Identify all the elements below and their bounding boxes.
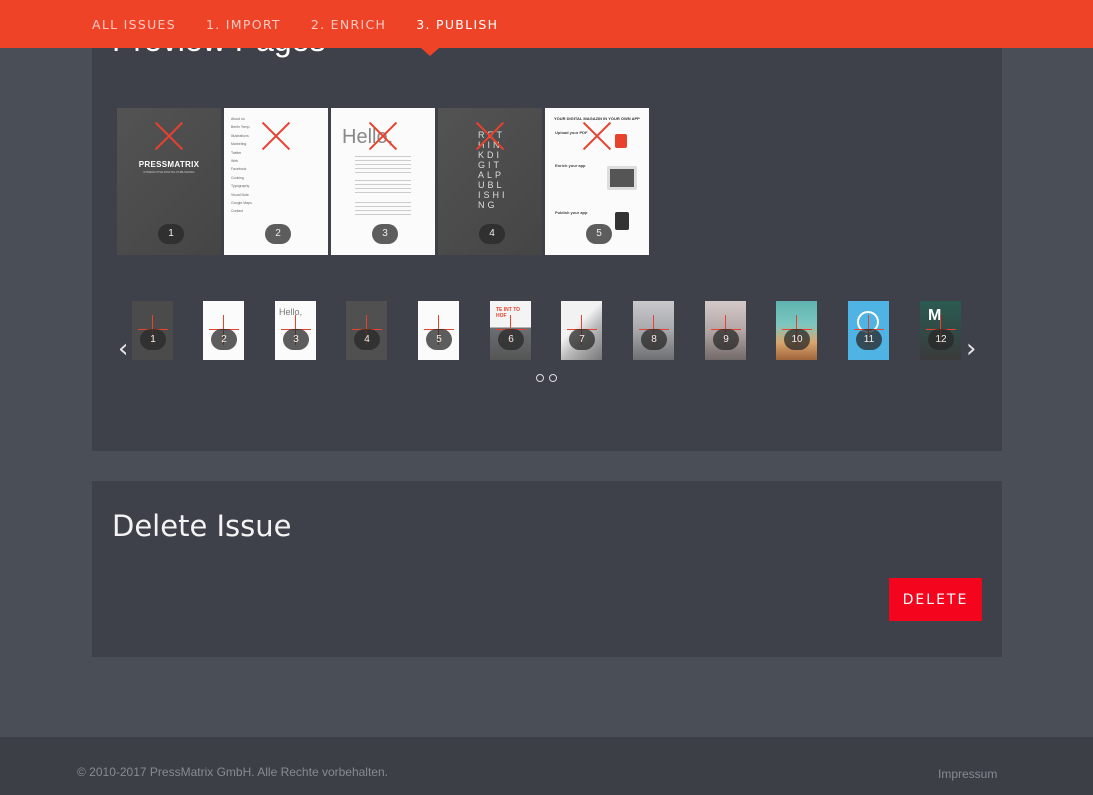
pdf-icon bbox=[615, 134, 627, 148]
copyright-text: © 2010-2017 PressMatrix GmbH. Alle Recht… bbox=[77, 765, 388, 779]
remove-page-icon[interactable] bbox=[154, 121, 184, 151]
thumbnail-1[interactable]: 1 bbox=[132, 301, 173, 360]
thumbnail-number: 5 bbox=[426, 329, 452, 350]
thumbnail-6[interactable]: TE INT TO HOF 6 bbox=[490, 301, 531, 360]
thumbnail-headline: TE INT TO HOF bbox=[496, 307, 521, 319]
thumbnail-8[interactable]: 8 bbox=[633, 301, 674, 360]
thumbnail-3[interactable]: Hello, 3 bbox=[275, 301, 316, 360]
thumbnail-number: 11 bbox=[856, 329, 882, 350]
page-number-badge: 2 bbox=[265, 224, 291, 244]
delete-issue-title: Delete Issue bbox=[112, 509, 292, 543]
thumbnail-9[interactable]: 9 bbox=[705, 301, 746, 360]
active-tab-indicator bbox=[421, 48, 439, 56]
preview-pages-panel: Preview Pages PRESSMATRIX INTERACTIVE DI… bbox=[92, 0, 1002, 451]
pressmatrix-logo: PRESSMATRIX bbox=[138, 160, 200, 169]
thumbnail-7[interactable]: 7 bbox=[561, 301, 602, 360]
page-number-badge: 4 bbox=[479, 224, 505, 244]
carousel-next-arrow[interactable]: › bbox=[966, 336, 976, 362]
top-navigation-bar: ALL ISSUES 1. IMPORT 2. ENRICH 3. PUBLIS… bbox=[0, 0, 1093, 48]
preview-page-2[interactable]: About us Berlin Temp. Illustrations Mark… bbox=[224, 108, 328, 255]
thumbnail-12[interactable]: M 12 bbox=[920, 301, 961, 360]
remove-page-icon[interactable] bbox=[261, 121, 291, 151]
preview-page-3[interactable]: Hello, 3 bbox=[331, 108, 435, 255]
delete-issue-panel: Delete Issue DELETE bbox=[92, 481, 1002, 657]
thumbnail-number: 4 bbox=[354, 329, 380, 350]
nav-import[interactable]: 1. IMPORT bbox=[206, 17, 281, 32]
step-navigation: ALL ISSUES 1. IMPORT 2. ENRICH 3. PUBLIS… bbox=[92, 0, 528, 48]
page-number-badge: 3 bbox=[372, 224, 398, 244]
thumbnail-10[interactable]: 10 bbox=[776, 301, 817, 360]
thumbnail-greeting: Hello, bbox=[279, 307, 303, 317]
nav-all-issues[interactable]: ALL ISSUES bbox=[92, 17, 176, 32]
page-section: Publish your app bbox=[555, 210, 588, 215]
thumbnail-number: 10 bbox=[784, 329, 810, 350]
thumbnail-number: 9 bbox=[713, 329, 739, 350]
remove-page-icon[interactable] bbox=[475, 121, 505, 151]
delete-button[interactable]: DELETE bbox=[889, 578, 982, 621]
page-section: Enrich your app bbox=[555, 163, 586, 168]
page-number-badge: 1 bbox=[158, 224, 184, 244]
impressum-link[interactable]: Impressum bbox=[938, 767, 997, 781]
carousel-dot-1[interactable] bbox=[536, 374, 544, 382]
thumbnail-number: 6 bbox=[498, 329, 524, 350]
page-body-lines bbox=[355, 180, 411, 196]
carousel-prev-arrow[interactable]: ‹ bbox=[118, 336, 128, 362]
nav-enrich[interactable]: 2. ENRICH bbox=[311, 17, 386, 32]
tablet-icon bbox=[615, 212, 629, 230]
thumbnail-5[interactable]: 5 bbox=[418, 301, 459, 360]
thumbnail-number: 7 bbox=[569, 329, 595, 350]
page-tagline: INTERACTIVE DIGITAL PUBLISHING bbox=[143, 170, 195, 174]
remove-page-icon[interactable] bbox=[582, 121, 612, 151]
preview-page-5[interactable]: YOUR DIGITAL MAGAZIN IN YOUR OWN APP Upl… bbox=[545, 108, 649, 255]
remove-page-icon[interactable] bbox=[368, 121, 398, 151]
thumbnail-11[interactable]: 11 bbox=[848, 301, 889, 360]
page-body-lines bbox=[355, 156, 411, 176]
thumbnail-number: 2 bbox=[211, 329, 237, 350]
page-toc: About us Berlin Temp. Illustrations Mark… bbox=[231, 117, 252, 214]
page-number-badge: 5 bbox=[586, 224, 612, 244]
thumbnail-number: 8 bbox=[641, 329, 667, 350]
thumbnail-number: 12 bbox=[928, 329, 954, 350]
preview-page-4[interactable]: RETHINKDIGITALPUBLISHING 4 bbox=[438, 108, 542, 255]
footer: © 2010-2017 PressMatrix GmbH. Alle Recht… bbox=[0, 737, 1093, 795]
preview-page-1[interactable]: PRESSMATRIX INTERACTIVE DIGITAL PUBLISHI… bbox=[117, 108, 221, 255]
thumbnail-2[interactable]: 2 bbox=[203, 301, 244, 360]
thumbnail-4[interactable]: 4 bbox=[346, 301, 387, 360]
carousel-dot-2[interactable] bbox=[549, 374, 557, 382]
device-icon bbox=[607, 166, 637, 190]
thumbnail-number: 3 bbox=[283, 329, 309, 350]
nav-publish[interactable]: 3. PUBLISH bbox=[416, 17, 498, 32]
page-body-lines bbox=[355, 202, 411, 218]
thumbnail-number: 1 bbox=[140, 329, 166, 350]
